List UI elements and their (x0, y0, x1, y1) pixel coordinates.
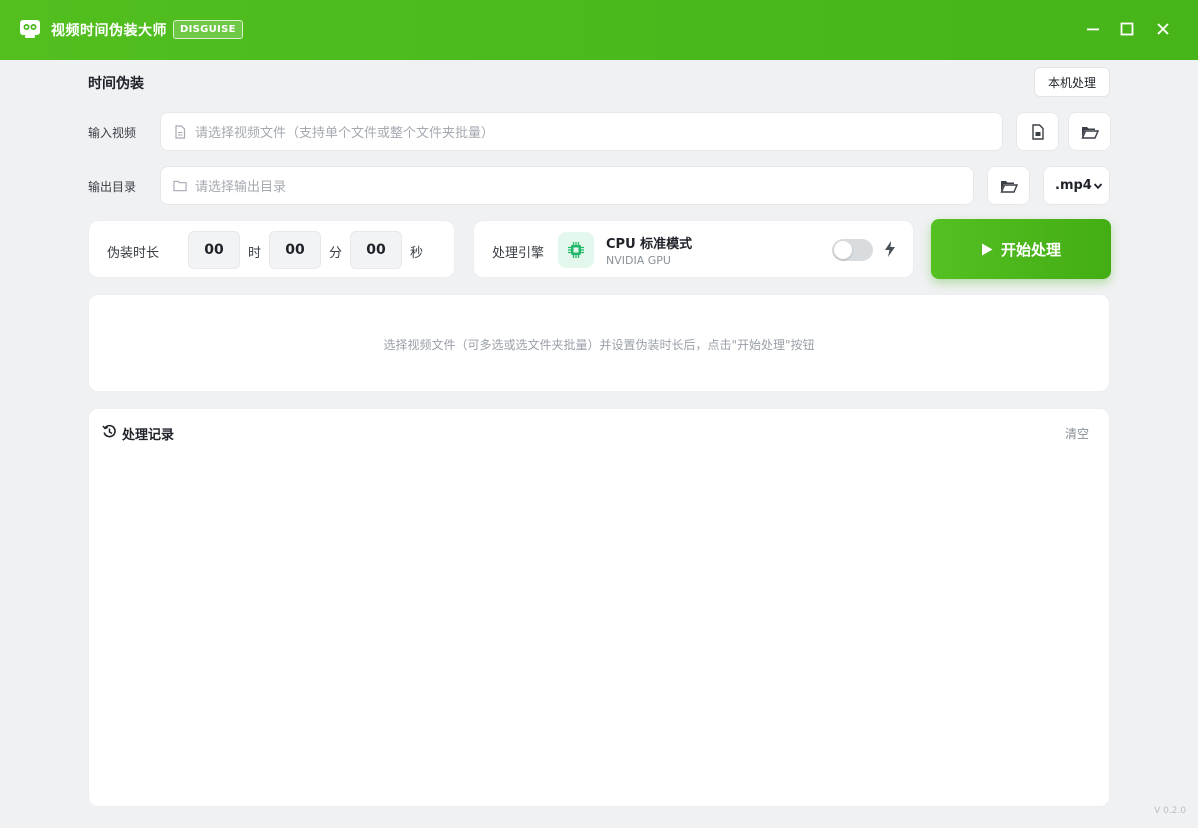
format-select[interactable]: .mp4 (1043, 166, 1110, 205)
clear-log-button[interactable]: 清空 (1065, 425, 1089, 442)
engine-card: 处理引擎 CPU 标准模式 NVIDIA GPU (473, 220, 914, 278)
duration-label: 伪装时长 (107, 246, 160, 261)
folder-open-icon (1080, 126, 1099, 139)
local-process-button[interactable]: 本机处理 (1034, 67, 1110, 97)
select-folder-button[interactable] (1068, 112, 1111, 151)
lightning-icon (885, 241, 895, 257)
toggle-knob (834, 241, 852, 259)
folder-icon (173, 179, 187, 193)
output-folder-button[interactable] (987, 166, 1030, 205)
seconds-input[interactable]: 00 (350, 231, 402, 269)
hours-unit: 时 (248, 246, 262, 261)
file-icon (1031, 123, 1044, 140)
file-icon (173, 124, 187, 139)
page-title: 时间伪装 (88, 76, 144, 92)
duration-card: 伪装时长 00 时 00 分 00 秒 (88, 220, 455, 278)
app-badge: DISGUISE (173, 20, 243, 39)
engine-label: 处理引擎 (492, 246, 545, 261)
seconds-unit: 秒 (410, 246, 424, 261)
input-video-placeholder: 请选择视频文件（支持单个文件或整个文件夹批量） (195, 126, 495, 141)
chevron-down-icon (1093, 183, 1103, 190)
minimize-button[interactable] (1082, 18, 1104, 40)
history-icon (102, 424, 116, 438)
app-title: 视频时间伪装大师 (51, 23, 167, 39)
maximize-icon (1120, 22, 1134, 36)
select-file-button[interactable] (1016, 112, 1059, 151)
folder-open-icon (999, 180, 1018, 193)
close-button[interactable] (1152, 18, 1174, 40)
log-title: 处理记录 (122, 428, 175, 443)
output-dir-field[interactable]: 请选择输出目录 (160, 166, 974, 205)
play-icon (981, 243, 993, 255)
close-icon (1157, 23, 1169, 35)
cpu-chip-icon (558, 232, 594, 268)
minimize-icon (1087, 28, 1099, 31)
start-process-label: 开始处理 (1000, 240, 1061, 259)
engine-mode: CPU 标准模式 (606, 237, 693, 252)
minutes-unit: 分 (329, 246, 343, 261)
start-process-button[interactable]: 开始处理 (931, 219, 1111, 279)
gpu-toggle[interactable] (832, 239, 873, 261)
output-dir-placeholder: 请选择输出目录 (195, 180, 287, 195)
input-video-field[interactable]: 请选择视频文件（支持单个文件或整个文件夹批量） (160, 112, 1003, 151)
input-label: 输入视频 (88, 126, 137, 140)
hint-text: 选择视频文件（可多选或选文件夹批量）并设置伪装时长后，点击"开始处理"按钮 (383, 338, 815, 352)
output-label: 输出目录 (88, 180, 137, 194)
film-robot-icon (18, 17, 42, 41)
format-value: .mp4 (1055, 178, 1092, 193)
minutes-input[interactable]: 00 (269, 231, 321, 269)
version-label: V 0.2.0 (1154, 806, 1186, 816)
maximize-button[interactable] (1116, 18, 1138, 40)
engine-gpu: NVIDIA GPU (606, 254, 671, 267)
title-bar: 视频时间伪装大师 DISGUISE (0, 0, 1198, 60)
hours-input[interactable]: 00 (188, 231, 240, 269)
log-card: 处理记录 清空 (88, 408, 1110, 807)
hint-card: 选择视频文件（可多选或选文件夹批量）并设置伪装时长后，点击"开始处理"按钮 (88, 294, 1110, 392)
